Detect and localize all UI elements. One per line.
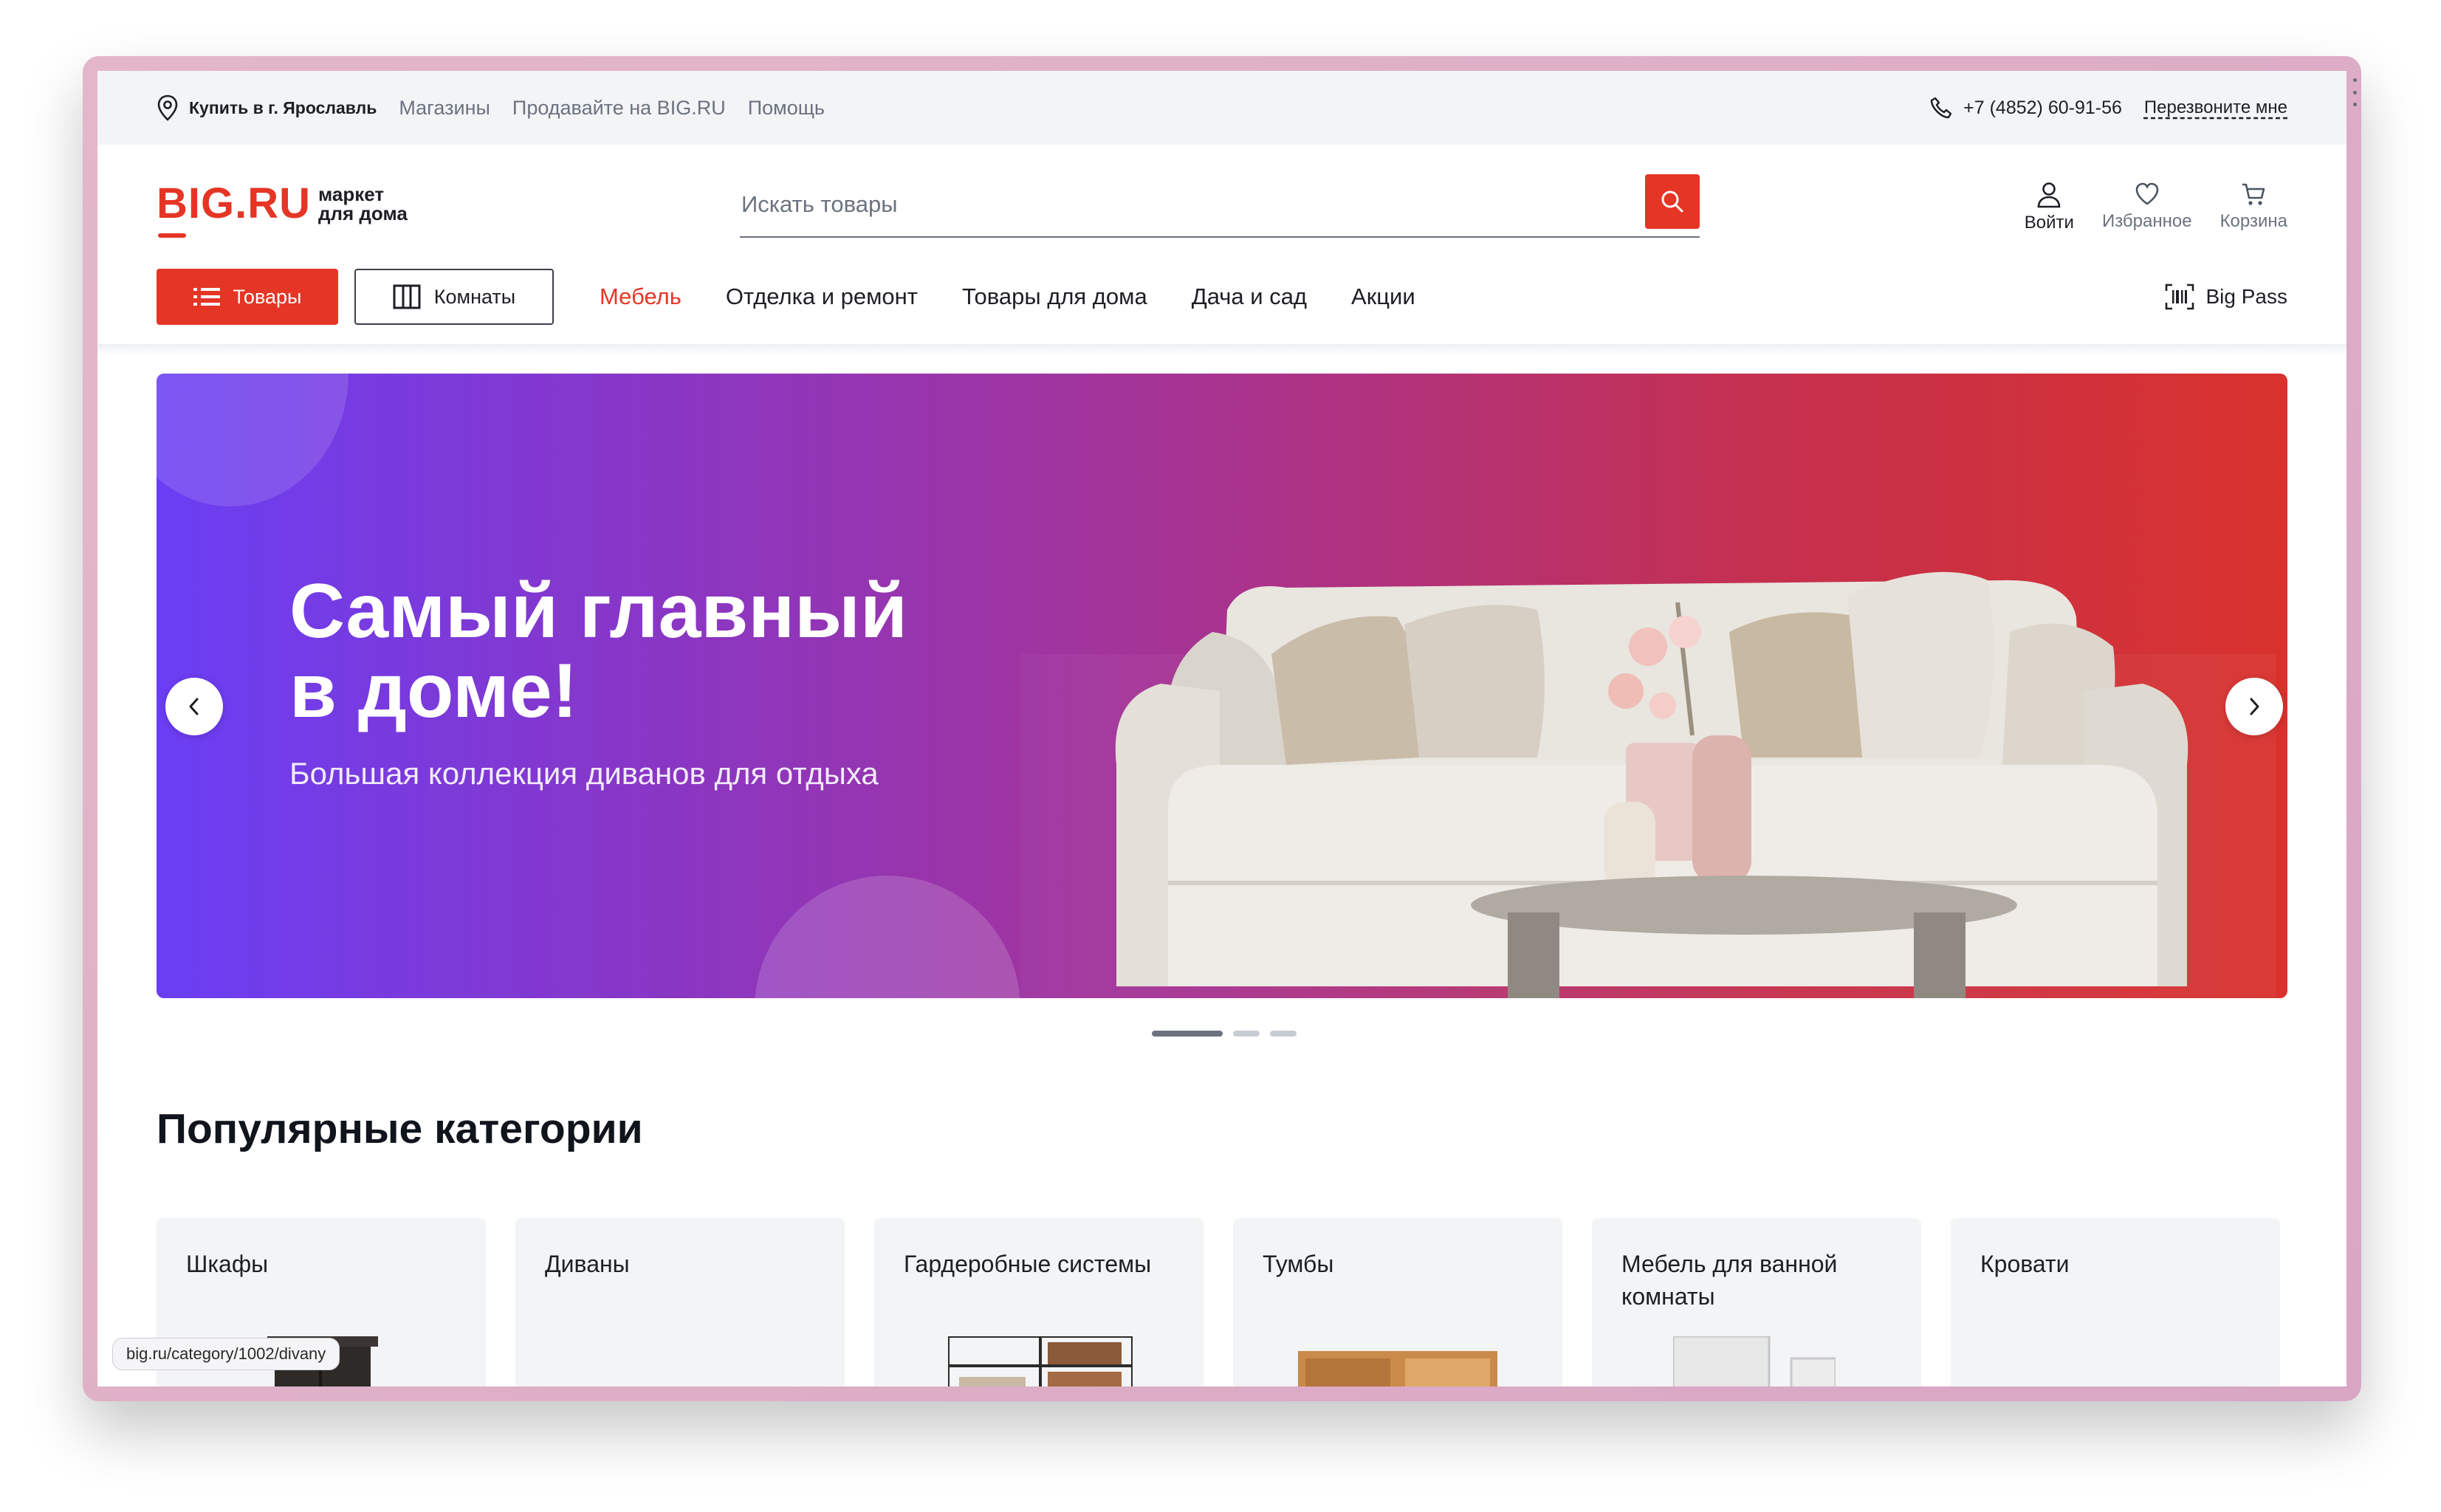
phone-number[interactable]: +7 (4852) 60-91-56 — [1929, 96, 2122, 120]
decor-circle — [755, 876, 1020, 998]
pagination-dot-1[interactable] — [1152, 1031, 1223, 1037]
top-bar: Купить в г. Ярославль Магазины Продавайт… — [97, 71, 2346, 145]
search-icon — [1661, 190, 1683, 213]
location-selector[interactable]: Купить в г. Ярославль — [157, 94, 377, 121]
handle-dot — [2352, 103, 2357, 106]
categories-row: Шкафы Диваны Гардеробные системы Тумбы М… — [157, 1218, 2280, 1386]
big-pass-label: Big Pass — [2205, 285, 2288, 308]
location-text: Купить в г. Ярославль — [189, 97, 377, 117]
category-label: Диваны — [545, 1251, 630, 1277]
site-logo[interactable]: BIG.RU маркет для дома — [157, 179, 408, 238]
category-label: Тумбы — [1263, 1251, 1334, 1277]
stores-link[interactable]: Магазины — [399, 97, 490, 120]
chevron-left-icon — [189, 698, 199, 715]
catalog-goods-button[interactable]: Товары — [157, 269, 338, 325]
status-bar-url: big.ru/category/1002/divany — [112, 1338, 340, 1370]
user-icon — [2038, 182, 2061, 208]
category-card-bathroom-furniture[interactable]: Мебель для ванной комнаты — [1592, 1218, 1921, 1386]
category-card-wardrobe-systems[interactable]: Гардеробные системы — [874, 1218, 1204, 1386]
header-divider — [97, 344, 2346, 356]
nav-garden[interactable]: Дача и сад — [1192, 284, 1307, 310]
shelving-image — [948, 1336, 1133, 1386]
login-label: Войти — [2024, 213, 2074, 233]
search-button[interactable] — [1645, 174, 1700, 229]
phone-text: +7 (4852) 60-91-56 — [1963, 97, 2122, 118]
rooms-button[interactable]: Комнаты — [354, 269, 554, 325]
pagination-dot-2[interactable] — [1233, 1031, 1260, 1037]
logo-tagline: маркет для дома — [318, 185, 408, 223]
barcode-icon — [2165, 284, 2194, 310]
callback-link[interactable]: Перезвоните мне — [2144, 97, 2287, 118]
nav-renovation[interactable]: Отделка и ремонт — [726, 284, 918, 310]
location-pin-icon — [157, 94, 178, 121]
nav-home-goods[interactable]: Товары для дома — [962, 284, 1147, 310]
hero-banner[interactable]: Самый главный в доме! Большая коллекция … — [157, 374, 2287, 998]
nav-furniture[interactable]: Мебель — [600, 284, 682, 310]
list-icon — [193, 288, 220, 306]
banner-pagination — [1152, 1031, 1297, 1037]
popular-categories-title: Популярные категории — [157, 1105, 643, 1152]
category-card-sofas[interactable]: Диваны — [515, 1218, 845, 1386]
cart-label: Корзина — [2219, 211, 2287, 231]
logo-tagline-line1: маркет — [318, 183, 385, 205]
category-label: Шкафы — [186, 1251, 269, 1277]
header-actions: Войти Избранное Корзина — [2025, 182, 2287, 233]
banner-subtitle: Большая коллекция диванов для отдыха — [289, 756, 879, 791]
chevron-right-icon — [2250, 698, 2259, 715]
nav-promotions[interactable]: Акции — [1351, 284, 1415, 310]
category-label: Мебель для ванной комнаты — [1621, 1251, 1838, 1310]
handle-dot — [2352, 78, 2357, 82]
banner-prev-button[interactable] — [165, 678, 223, 735]
cart-button[interactable]: Корзина — [2220, 182, 2287, 233]
search-input[interactable] — [740, 174, 1592, 235]
logo-tagline-line2: для дома — [318, 202, 408, 224]
login-button[interactable]: Войти — [2025, 182, 2074, 233]
sofa-illustration — [1020, 571, 2276, 998]
decor-circle — [157, 374, 349, 506]
sell-on-bigru-link[interactable]: Продавайте на BIG.RU — [512, 97, 726, 120]
logo-wordmark: BIG.RU — [157, 179, 311, 238]
window-grab-handle[interactable] — [2352, 78, 2357, 106]
cart-icon — [2242, 183, 2265, 205]
nightstand-image — [1298, 1351, 1497, 1386]
catalog-goods-label: Товары — [233, 285, 302, 308]
bathroom-furniture-image — [1673, 1336, 1836, 1386]
heart-icon — [2135, 182, 2159, 205]
category-label: Гардеробные системы — [904, 1251, 1152, 1277]
category-card-beds[interactable]: Кровати — [1951, 1218, 2280, 1386]
search-bar — [740, 174, 1700, 238]
web-page: Купить в г. Ярославль Магазины Продавайт… — [97, 71, 2346, 1386]
pagination-dot-3[interactable] — [1270, 1031, 1297, 1037]
browser-window: Купить в г. Ярославль Магазины Продавайт… — [83, 56, 2361, 1401]
floorplan-icon — [393, 284, 421, 309]
phone-icon — [1930, 97, 1952, 119]
rooms-label: Комнаты — [433, 285, 516, 308]
help-link[interactable]: Помощь — [748, 97, 825, 120]
category-label: Кровати — [1980, 1251, 2070, 1277]
main-nav: Мебель Отделка и ремонт Товары для дома … — [600, 269, 1415, 325]
favorites-label: Избранное — [2101, 211, 2192, 231]
big-pass-link[interactable]: Big Pass — [2165, 269, 2288, 325]
banner-title: Самый главный в доме! — [289, 568, 907, 734]
handle-dot — [2352, 90, 2357, 94]
category-card-nightstands[interactable]: Тумбы — [1233, 1218, 1562, 1386]
banner-next-button[interactable] — [2225, 678, 2283, 735]
favorites-button[interactable]: Избранное — [2102, 182, 2192, 233]
